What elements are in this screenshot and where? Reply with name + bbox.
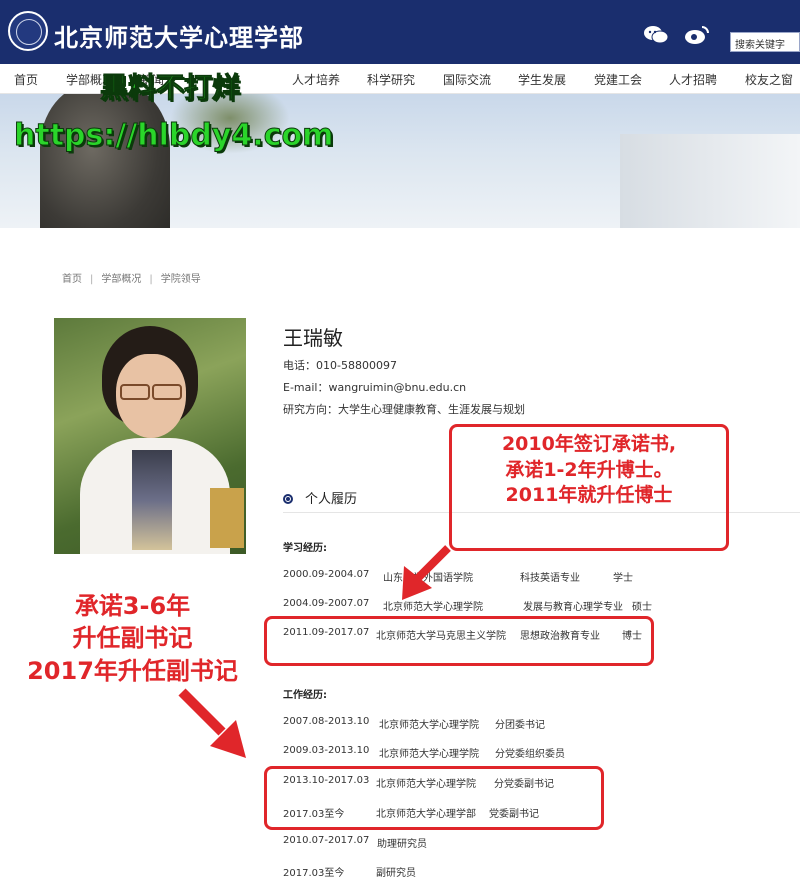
arrow-icon — [178, 545, 451, 758]
annotation-arrows — [178, 545, 451, 758]
